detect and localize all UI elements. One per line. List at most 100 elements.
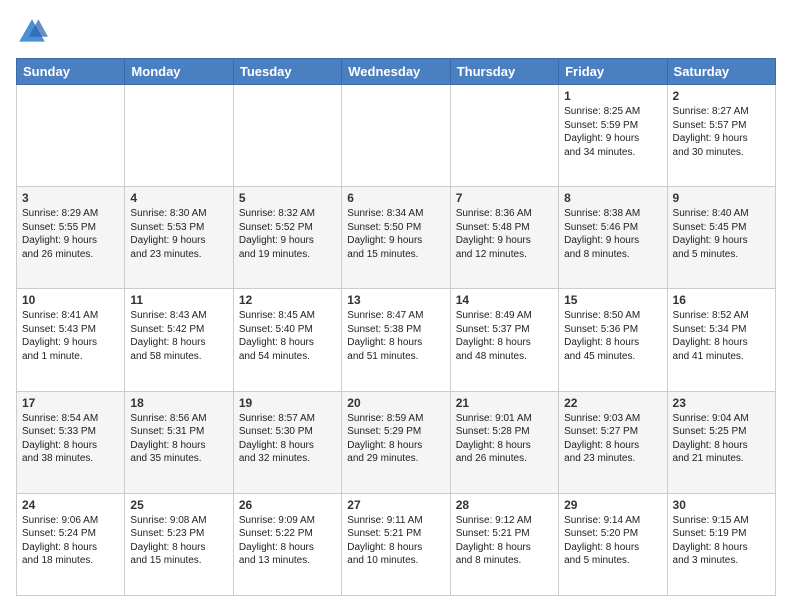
page: SundayMondayTuesdayWednesdayThursdayFrid… <box>0 0 792 612</box>
table-row <box>450 85 558 187</box>
day-info: Sunrise: 8:32 AM Sunset: 5:52 PM Dayligh… <box>239 207 336 261</box>
weekday-header: Monday <box>125 59 233 85</box>
day-number: 14 <box>456 293 553 307</box>
day-number: 3 <box>22 191 119 205</box>
weekday-header: Tuesday <box>233 59 341 85</box>
day-number: 30 <box>673 498 770 512</box>
day-info: Sunrise: 9:06 AM Sunset: 5:24 PM Dayligh… <box>22 514 119 568</box>
header-row: SundayMondayTuesdayWednesdayThursdayFrid… <box>17 59 776 85</box>
day-info: Sunrise: 8:54 AM Sunset: 5:33 PM Dayligh… <box>22 412 119 466</box>
day-info: Sunrise: 9:04 AM Sunset: 5:25 PM Dayligh… <box>673 412 770 466</box>
table-row: 8 Sunrise: 8:38 AM Sunset: 5:46 PM Daylig… <box>559 187 667 289</box>
table-row: 20 Sunrise: 8:59 AM Sunset: 5:29 PM Dayli… <box>342 391 450 493</box>
day-number: 13 <box>347 293 444 307</box>
calendar-week: 24 Sunrise: 9:06 AM Sunset: 5:24 PM Dayli… <box>17 493 776 595</box>
table-row <box>125 85 233 187</box>
day-number: 11 <box>130 293 227 307</box>
table-row <box>233 85 341 187</box>
day-info: Sunrise: 9:15 AM Sunset: 5:19 PM Dayligh… <box>673 514 770 568</box>
calendar: SundayMondayTuesdayWednesdayThursdayFrid… <box>16 58 776 596</box>
day-info: Sunrise: 8:38 AM Sunset: 5:46 PM Dayligh… <box>564 207 661 261</box>
table-row: 24 Sunrise: 9:06 AM Sunset: 5:24 PM Dayli… <box>17 493 125 595</box>
table-row: 15Sunrise: 8:50 AM Sunset: 5:36 PM Dayli… <box>559 289 667 391</box>
calendar-week: 10Sunrise: 8:41 AM Sunset: 5:43 PM Dayli… <box>17 289 776 391</box>
table-row: 10Sunrise: 8:41 AM Sunset: 5:43 PM Dayli… <box>17 289 125 391</box>
day-info: Sunrise: 9:12 AM Sunset: 5:21 PM Dayligh… <box>456 514 553 568</box>
table-row: 3 Sunrise: 8:29 AM Sunset: 5:55 PM Daylig… <box>17 187 125 289</box>
table-row: 4 Sunrise: 8:30 AM Sunset: 5:53 PM Daylig… <box>125 187 233 289</box>
day-number: 28 <box>456 498 553 512</box>
day-info: Sunrise: 8:49 AM Sunset: 5:37 PM Dayligh… <box>456 309 553 363</box>
logo <box>16 16 52 48</box>
table-row: 23 Sunrise: 9:04 AM Sunset: 5:25 PM Dayli… <box>667 391 775 493</box>
table-row: 21Sunrise: 9:01 AM Sunset: 5:28 PM Dayli… <box>450 391 558 493</box>
table-row: 1Sunrise: 8:25 AM Sunset: 5:59 PM Daylig… <box>559 85 667 187</box>
day-info: Sunrise: 9:14 AM Sunset: 5:20 PM Dayligh… <box>564 514 661 568</box>
day-info: Sunrise: 8:30 AM Sunset: 5:53 PM Dayligh… <box>130 207 227 261</box>
day-info: Sunrise: 8:41 AM Sunset: 5:43 PM Dayligh… <box>22 309 119 363</box>
day-info: Sunrise: 8:59 AM Sunset: 5:29 PM Dayligh… <box>347 412 444 466</box>
day-number: 26 <box>239 498 336 512</box>
day-number: 6 <box>347 191 444 205</box>
table-row: 12 Sunrise: 8:45 AM Sunset: 5:40 PM Dayli… <box>233 289 341 391</box>
day-number: 27 <box>347 498 444 512</box>
table-row: 18 Sunrise: 8:56 AM Sunset: 5:31 PM Dayli… <box>125 391 233 493</box>
table-row: 17Sunrise: 8:54 AM Sunset: 5:33 PM Dayli… <box>17 391 125 493</box>
day-number: 4 <box>130 191 227 205</box>
calendar-week: 17Sunrise: 8:54 AM Sunset: 5:33 PM Dayli… <box>17 391 776 493</box>
day-info: Sunrise: 9:08 AM Sunset: 5:23 PM Dayligh… <box>130 514 227 568</box>
day-number: 16 <box>673 293 770 307</box>
day-info: Sunrise: 8:47 AM Sunset: 5:38 PM Dayligh… <box>347 309 444 363</box>
logo-icon <box>16 16 48 48</box>
day-number: 20 <box>347 396 444 410</box>
table-row: 19 Sunrise: 8:57 AM Sunset: 5:30 PM Dayli… <box>233 391 341 493</box>
table-row: 30 Sunrise: 9:15 AM Sunset: 5:19 PM Dayli… <box>667 493 775 595</box>
day-info: Sunrise: 8:57 AM Sunset: 5:30 PM Dayligh… <box>239 412 336 466</box>
weekday-header: Friday <box>559 59 667 85</box>
day-number: 5 <box>239 191 336 205</box>
day-number: 9 <box>673 191 770 205</box>
table-row: 6 Sunrise: 8:34 AM Sunset: 5:50 PM Daylig… <box>342 187 450 289</box>
table-row: 27 Sunrise: 9:11 AM Sunset: 5:21 PM Dayli… <box>342 493 450 595</box>
weekday-header: Wednesday <box>342 59 450 85</box>
day-info: Sunrise: 9:03 AM Sunset: 5:27 PM Dayligh… <box>564 412 661 466</box>
table-row: 16 Sunrise: 8:52 AM Sunset: 5:34 PM Dayli… <box>667 289 775 391</box>
weekday-header: Sunday <box>17 59 125 85</box>
day-number: 8 <box>564 191 661 205</box>
weekday-header: Saturday <box>667 59 775 85</box>
calendar-week: 1Sunrise: 8:25 AM Sunset: 5:59 PM Daylig… <box>17 85 776 187</box>
day-number: 23 <box>673 396 770 410</box>
day-number: 25 <box>130 498 227 512</box>
table-row: 11Sunrise: 8:43 AM Sunset: 5:42 PM Dayli… <box>125 289 233 391</box>
day-info: Sunrise: 8:45 AM Sunset: 5:40 PM Dayligh… <box>239 309 336 363</box>
table-row: 13 Sunrise: 8:47 AM Sunset: 5:38 PM Dayli… <box>342 289 450 391</box>
day-number: 19 <box>239 396 336 410</box>
day-info: Sunrise: 8:34 AM Sunset: 5:50 PM Dayligh… <box>347 207 444 261</box>
day-number: 24 <box>22 498 119 512</box>
day-number: 2 <box>673 89 770 103</box>
table-row: 5 Sunrise: 8:32 AM Sunset: 5:52 PM Daylig… <box>233 187 341 289</box>
calendar-week: 3 Sunrise: 8:29 AM Sunset: 5:55 PM Daylig… <box>17 187 776 289</box>
day-number: 21 <box>456 396 553 410</box>
day-info: Sunrise: 8:36 AM Sunset: 5:48 PM Dayligh… <box>456 207 553 261</box>
day-number: 12 <box>239 293 336 307</box>
day-info: Sunrise: 8:40 AM Sunset: 5:45 PM Dayligh… <box>673 207 770 261</box>
table-row <box>342 85 450 187</box>
table-row: 9 Sunrise: 8:40 AM Sunset: 5:45 PM Daylig… <box>667 187 775 289</box>
day-info: Sunrise: 8:25 AM Sunset: 5:59 PM Dayligh… <box>564 105 661 159</box>
day-number: 15 <box>564 293 661 307</box>
table-row: 25 Sunrise: 9:08 AM Sunset: 5:23 PM Dayli… <box>125 493 233 595</box>
day-info: Sunrise: 9:11 AM Sunset: 5:21 PM Dayligh… <box>347 514 444 568</box>
table-row <box>17 85 125 187</box>
day-info: Sunrise: 8:52 AM Sunset: 5:34 PM Dayligh… <box>673 309 770 363</box>
day-number: 22 <box>564 396 661 410</box>
day-number: 18 <box>130 396 227 410</box>
table-row: 26 Sunrise: 9:09 AM Sunset: 5:22 PM Dayli… <box>233 493 341 595</box>
header <box>16 16 776 48</box>
day-info: Sunrise: 8:29 AM Sunset: 5:55 PM Dayligh… <box>22 207 119 261</box>
table-row: 14 Sunrise: 8:49 AM Sunset: 5:37 PM Dayli… <box>450 289 558 391</box>
day-info: Sunrise: 9:09 AM Sunset: 5:22 PM Dayligh… <box>239 514 336 568</box>
table-row: 7Sunrise: 8:36 AM Sunset: 5:48 PM Daylig… <box>450 187 558 289</box>
day-info: Sunrise: 8:56 AM Sunset: 5:31 PM Dayligh… <box>130 412 227 466</box>
table-row: 22 Sunrise: 9:03 AM Sunset: 5:27 PM Dayli… <box>559 391 667 493</box>
